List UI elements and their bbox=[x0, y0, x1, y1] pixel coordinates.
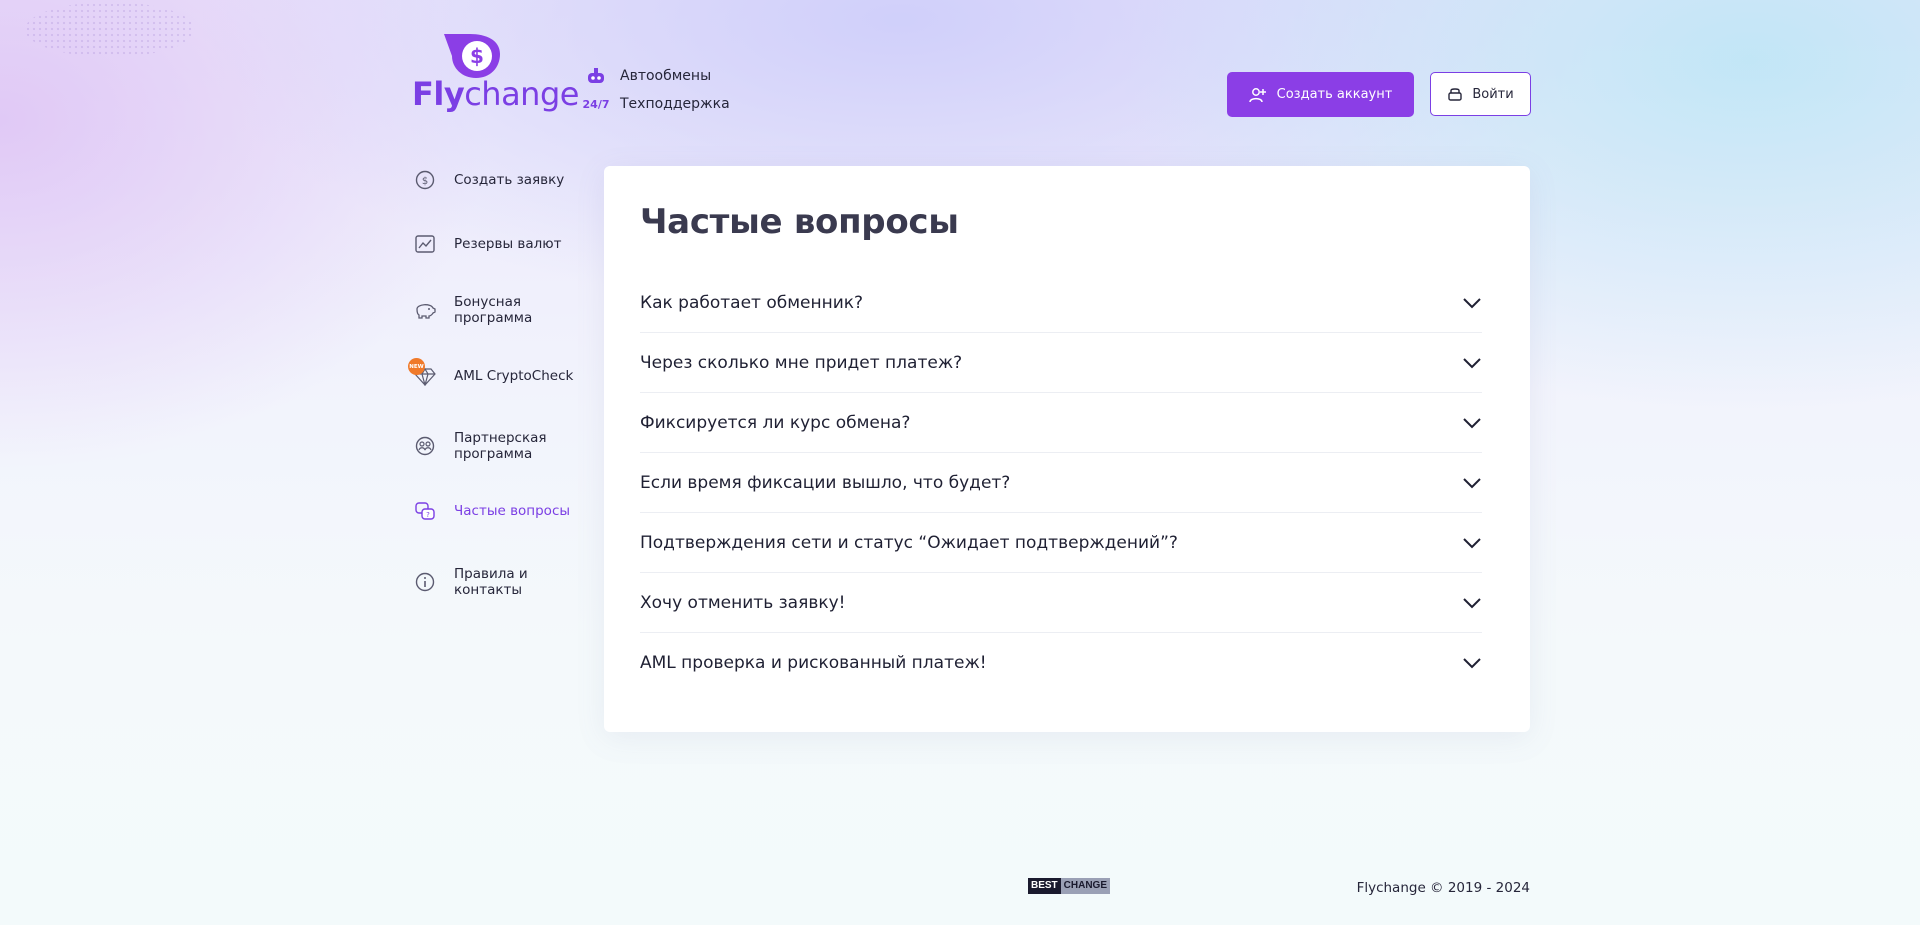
login-button[interactable]: Войти bbox=[1430, 72, 1531, 116]
partner-icon bbox=[406, 434, 444, 458]
faq-item[interactable]: Как работает обменник? bbox=[640, 273, 1482, 333]
chevron-down-icon bbox=[1463, 658, 1481, 669]
faq-item[interactable]: Через сколько мне придет платеж? bbox=[640, 333, 1482, 393]
sidebar-item-label: Партнерская программа bbox=[454, 430, 547, 462]
sidebar-item-label: AML CryptoCheck bbox=[454, 368, 574, 384]
faq-item[interactable]: Если время фиксации вышло, что будет? bbox=[640, 453, 1482, 513]
chevron-down-icon bbox=[1463, 417, 1481, 428]
info-icon bbox=[406, 570, 444, 594]
login-icon bbox=[1448, 88, 1463, 101]
bestchange-logo[interactable]: BEST CHANGE bbox=[1028, 878, 1111, 894]
chevron-down-icon bbox=[1463, 357, 1481, 368]
decorative-dots bbox=[25, 2, 195, 57]
svg-text:?: ? bbox=[426, 511, 430, 519]
chevron-down-icon bbox=[1463, 297, 1481, 308]
bestchange-logo-left: BEST bbox=[1028, 878, 1061, 894]
bestchange-logo-right: CHANGE bbox=[1060, 878, 1111, 894]
faq-card: Частые вопросы Как работает обменник? Че… bbox=[604, 166, 1530, 732]
sidebar-item-label: Резервы валют bbox=[454, 236, 562, 252]
sidebar-item-create-order[interactable]: $ Создать заявку bbox=[406, 168, 586, 192]
faq-item[interactable]: Хочу отменить заявку! bbox=[640, 573, 1482, 633]
faq-question: Хочу отменить заявку! bbox=[640, 592, 846, 613]
faq-item[interactable]: Фиксируется ли курс обмена? bbox=[640, 393, 1482, 453]
robot-icon bbox=[584, 67, 608, 85]
chevron-down-icon bbox=[1463, 537, 1481, 548]
faq-icon: ? bbox=[406, 499, 444, 523]
sidebar-item-partner[interactable]: Партнерская программа bbox=[406, 430, 586, 462]
sidebar-item-rules-contacts[interactable]: Правила и контакты bbox=[406, 566, 586, 598]
header-link-autoexchange-label: Автообмены bbox=[620, 68, 712, 84]
faq-list: Как работает обменник? Через сколько мне… bbox=[640, 273, 1482, 693]
logo-wordmark: Flychange bbox=[412, 75, 579, 113]
faq-question: Как работает обменник? bbox=[640, 292, 864, 313]
page-title: Частые вопросы bbox=[640, 202, 959, 242]
support-24-7-icon: 24/7 bbox=[582, 97, 610, 111]
sidebar-item-reserves[interactable]: Резервы валют bbox=[406, 232, 586, 256]
faq-item[interactable]: Подтверждения сети и статус “Ожидает под… bbox=[640, 513, 1482, 573]
diamond-icon: NEW bbox=[406, 358, 444, 388]
faq-item[interactable]: AML проверка и рискованный платеж! bbox=[640, 633, 1482, 693]
chevron-down-icon bbox=[1463, 597, 1481, 608]
sidebar-item-label: Создать заявку bbox=[454, 172, 565, 188]
sidebar-item-aml-cryptocheck[interactable]: NEW AML CryptoCheck bbox=[406, 358, 586, 388]
login-label: Войти bbox=[1472, 86, 1514, 102]
faq-question: Фиксируется ли курс обмена? bbox=[640, 412, 911, 433]
faq-question: Через сколько мне придет платеж? bbox=[640, 352, 963, 373]
chevron-down-icon bbox=[1463, 477, 1481, 488]
faq-question: Если время фиксации вышло, что будет? bbox=[640, 472, 1011, 493]
add-user-icon bbox=[1248, 87, 1266, 102]
sidebar-item-label: Бонусная программа bbox=[454, 294, 533, 326]
flychange-logo[interactable]: $ Flychange bbox=[412, 30, 579, 118]
sidebar-item-bonus[interactable]: Бонусная программа bbox=[406, 294, 586, 326]
faq-question: AML проверка и рискованный платеж! bbox=[640, 653, 987, 673]
svg-text:$: $ bbox=[422, 176, 428, 187]
header-link-support-label: Техподдержка bbox=[620, 96, 730, 112]
dollar-exchange-icon: $ bbox=[406, 168, 444, 192]
piggy-bank-icon bbox=[406, 298, 444, 322]
svg-text:$: $ bbox=[470, 44, 484, 68]
header-link-support[interactable]: 24/7 Техподдержка bbox=[582, 90, 730, 118]
create-account-button[interactable]: Создать аккаунт bbox=[1227, 72, 1414, 117]
sidebar-item-faq[interactable]: ? Частые вопросы bbox=[406, 499, 586, 523]
sidebar-item-label: Частые вопросы bbox=[454, 503, 571, 519]
copyright: Flychange © 2019 - 2024 bbox=[1356, 880, 1530, 896]
faq-question: Подтверждения сети и статус “Ожидает под… bbox=[640, 532, 1178, 553]
chart-icon bbox=[406, 232, 444, 256]
header-link-autoexchange[interactable]: Автообмены bbox=[584, 62, 730, 90]
new-badge: NEW bbox=[408, 358, 425, 375]
create-account-label: Создать аккаунт bbox=[1276, 87, 1393, 102]
sidebar-item-label: Правила и контакты bbox=[454, 566, 528, 598]
